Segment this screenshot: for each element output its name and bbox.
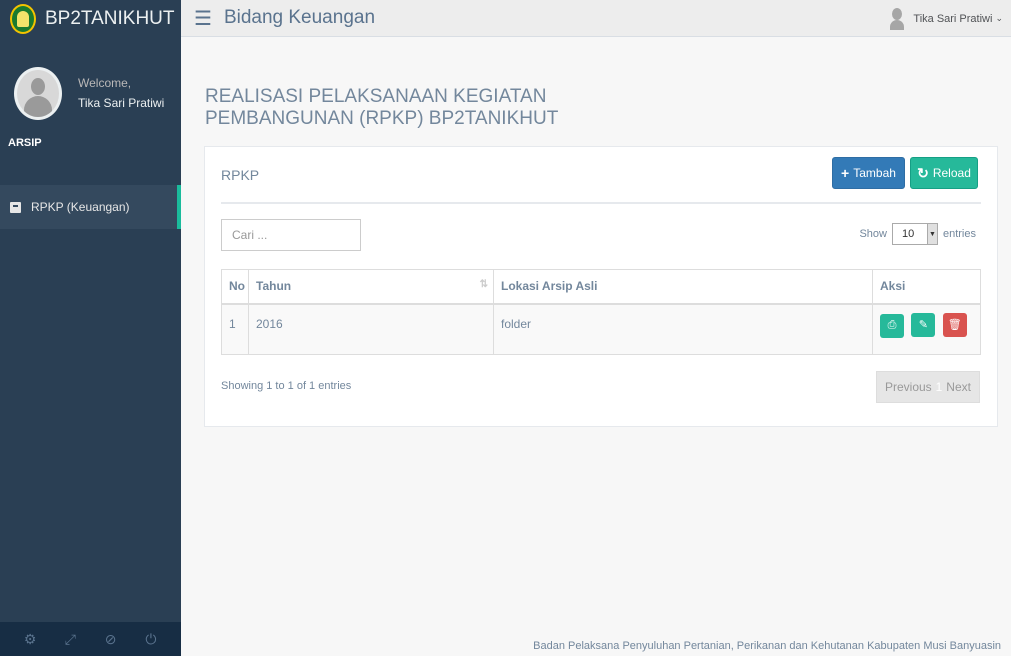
table-row: 1 2016 folder ⎙ ✎ 🗑 xyxy=(221,303,981,355)
page-title-line-2: PEMBANGUNAN (RPKP) BP2TANIKHUT xyxy=(205,108,559,129)
brand-title[interactable]: BP2TANIKHUT xyxy=(45,8,175,30)
brand-logo xyxy=(10,3,36,34)
panel-title: RPKP xyxy=(221,167,260,183)
profile-name: Tika Sari Pratiwi xyxy=(78,96,165,110)
print-button[interactable]: ⎙ xyxy=(880,313,904,338)
entries-label: entries xyxy=(942,228,976,240)
gear-icon[interactable]: ⚙ xyxy=(20,631,40,648)
brand[interactable]: BP2TANIKHUT xyxy=(0,0,181,37)
dropdown-arrow-icon: ▼ xyxy=(926,224,937,244)
column-header-aksi: Aksi xyxy=(872,269,981,305)
entries-value: 10 xyxy=(901,228,915,240)
add-button-label: Tambah xyxy=(853,166,896,180)
sidebar: BP2TANIKHUT Welcome, Tika Sari Pratiwi A… xyxy=(0,0,181,656)
page-1-button[interactable]: 1 xyxy=(936,380,943,394)
entries-select[interactable]: 10 ▼ xyxy=(891,223,938,245)
archive-icon xyxy=(10,201,21,213)
user-menu[interactable]: Tika Sari Pratiwi ⌄ xyxy=(890,0,1003,37)
show-label: Show xyxy=(859,228,887,240)
chevron-down-icon[interactable]: ⌄ xyxy=(995,13,1003,24)
add-button[interactable]: + Tambah xyxy=(832,157,905,189)
pagination: Previous 1 Next xyxy=(876,371,980,403)
profile: Welcome, Tika Sari Pratiwi xyxy=(0,37,181,137)
top-navbar: ☰ Bidang Keuangan Tika Sari Pratiwi ⌄ xyxy=(181,0,1011,37)
topbar-title: Bidang Keuangan xyxy=(223,7,376,28)
next-button[interactable]: Next xyxy=(946,380,971,394)
table-info: Showing 1 to 1 of 1 entries xyxy=(221,380,352,392)
panel-divider xyxy=(221,202,981,204)
cell-no: 1 xyxy=(221,303,249,355)
page-title: REALISASI PELAKSANAAN KEGIATAN PEMBANGUN… xyxy=(205,86,625,130)
column-header-lokasi[interactable]: Lokasi Arsip Asli xyxy=(493,269,873,305)
search-input[interactable]: Cari ... xyxy=(221,219,361,251)
sort-icon: ⇅ xyxy=(479,279,488,291)
power-icon[interactable]: ⏻ xyxy=(141,631,161,648)
column-header-tahun[interactable]: Tahun ⇅ xyxy=(248,269,494,305)
sidebar-item-rpkp-keuangan[interactable]: RPKP (Keuangan) xyxy=(0,185,181,229)
column-header-no[interactable]: No xyxy=(221,269,249,305)
cell-tahun: 2016 xyxy=(248,303,494,355)
sidebar-item-label: RPKP (Keuangan) xyxy=(31,200,130,214)
avatar xyxy=(14,66,62,120)
rpkp-panel: RPKP + Tambah ↻ Reload Cari ... Show 10 … xyxy=(204,146,998,427)
welcome-text: Welcome, xyxy=(78,76,132,90)
cell-lokasi: folder xyxy=(493,303,873,355)
refresh-icon: ↻ xyxy=(917,164,929,181)
rpkp-table: No Tahun ⇅ Lokasi Arsip Asli Aksi 1 2016… xyxy=(221,269,981,355)
section-title-arsip: ARSIP xyxy=(8,137,42,149)
footer-text: Badan Pelaksana Penyuluhan Pertanian, Pe… xyxy=(533,640,1001,652)
fullscreen-icon[interactable]: ⤢ xyxy=(60,631,80,648)
page-title-line-1: REALISASI PELAKSANAAN KEGIATAN xyxy=(205,86,547,107)
cell-aksi: ⎙ ✎ 🗑 xyxy=(872,303,981,355)
plus-icon: + xyxy=(841,165,850,181)
user-icon xyxy=(890,7,905,30)
reload-button-label: Reload xyxy=(932,166,971,180)
sidebar-footer: ⚙ ⤢ ⊘ ⏻ xyxy=(0,622,181,656)
edit-button[interactable]: ✎ xyxy=(911,312,936,337)
reload-button[interactable]: ↻ Reload xyxy=(910,157,978,189)
show-entries: Show 10 ▼ entries xyxy=(859,223,976,245)
menu-toggle-icon[interactable]: ☰ xyxy=(194,6,212,31)
eye-slash-icon[interactable]: ⊘ xyxy=(101,631,121,648)
column-header-tahun-label: Tahun xyxy=(256,279,292,294)
user-name[interactable]: Tika Sari Pratiwi xyxy=(913,13,992,25)
previous-button[interactable]: Previous xyxy=(885,380,932,394)
delete-button[interactable]: 🗑 xyxy=(942,312,967,337)
